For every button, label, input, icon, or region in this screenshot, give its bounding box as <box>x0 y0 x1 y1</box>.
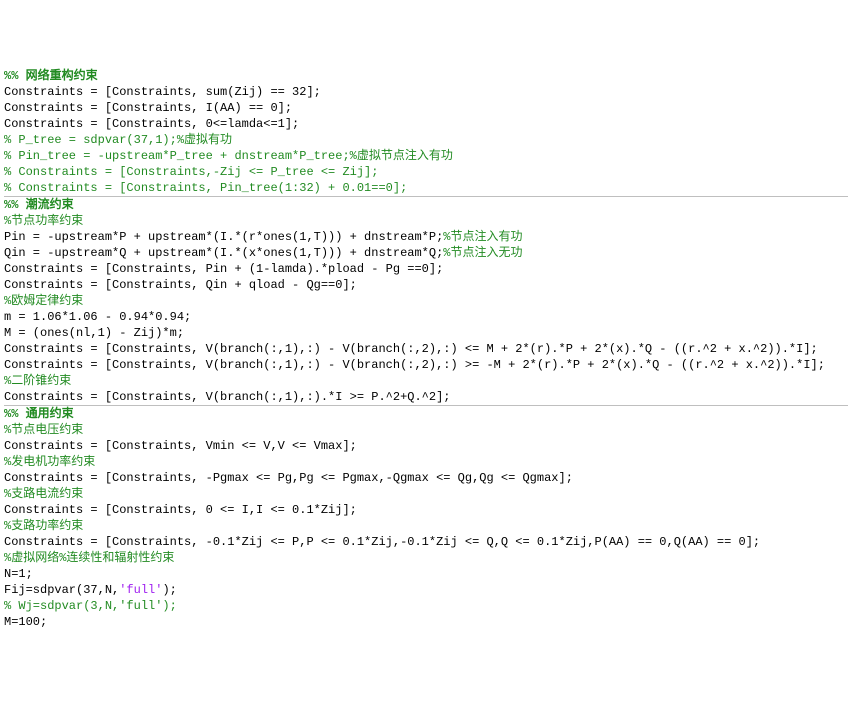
code-line: Constraints = [Constraints, -0.1*Zij <= … <box>4 534 848 550</box>
code-text: ); <box>162 583 176 597</box>
comment-text: %节点电压约束 <box>4 423 83 437</box>
code-line: N=1; <box>4 566 848 582</box>
code-text: Constraints = [Constraints, V(branch(:,1… <box>4 390 450 404</box>
comment-text: %支路功率约束 <box>4 519 83 533</box>
code-line: m = 1.06*1.06 - 0.94*0.94; <box>4 309 848 325</box>
code-line: Pin = -upstream*P + upstream*(I.*(r*ones… <box>4 229 848 245</box>
code-line: Constraints = [Constraints, V(branch(:,1… <box>4 357 848 373</box>
code-text: Fij=sdpvar(37,N, <box>4 583 119 597</box>
string-literal: 'full' <box>119 583 162 597</box>
section-header-line: %% 潮流约束 <box>4 197 848 213</box>
code-text: Constraints = [Constraints, 0<=lamda<=1]… <box>4 117 299 131</box>
code-line: Qin = -upstream*Q + upstream*(I.*(x*ones… <box>4 245 848 261</box>
code-text: Constraints = [Constraints, sum(Zij) == … <box>4 85 321 99</box>
code-text: Qin = -upstream*Q + upstream*(I.*(x*ones… <box>4 246 443 260</box>
code-line: %虚拟网络%连续性和辐射性约束 <box>4 550 848 566</box>
code-text: Constraints = [Constraints, I(AA) == 0]; <box>4 101 292 115</box>
section-header-line: %% 通用约束 <box>4 406 848 422</box>
comment-text: % Constraints = [Constraints, Pin_tree(1… <box>4 181 407 195</box>
section-header-line: %% 网络重构约束 <box>4 68 848 84</box>
code-line: % Constraints = [Constraints,-Zij <= P_t… <box>4 164 848 180</box>
code-line: Constraints = [Constraints, 0<=lamda<=1]… <box>4 116 848 132</box>
code-text: Constraints = [Constraints, 0 <= I,I <= … <box>4 503 357 517</box>
code-line: %节点电压约束 <box>4 422 848 438</box>
comment-text: %欧姆定律约束 <box>4 294 83 308</box>
code-line: % Wj=sdpvar(3,N,'full'); <box>4 598 848 614</box>
code-text: Constraints = [Constraints, V(branch(:,1… <box>4 342 818 356</box>
section-title: %% 通用约束 <box>4 407 74 421</box>
code-line: Constraints = [Constraints, V(branch(:,1… <box>4 341 848 357</box>
code-text: Constraints = [Constraints, Pin + (1-lam… <box>4 262 443 276</box>
comment-text: %节点注入有功 <box>443 230 522 244</box>
code-text: Constraints = [Constraints, -Pgmax <= Pg… <box>4 471 573 485</box>
code-line: Constraints = [Constraints, Vmin <= V,V … <box>4 438 848 454</box>
code-line: M=100; <box>4 614 848 630</box>
code-text: Constraints = [Constraints, Qin + qload … <box>4 278 357 292</box>
code-line: % P_tree = sdpvar(37,1);%虚拟有功 <box>4 132 848 148</box>
code-line: %二阶锥约束 <box>4 373 848 389</box>
section-title: %% 潮流约束 <box>4 198 74 212</box>
code-line: Fij=sdpvar(37,N,'full'); <box>4 582 848 598</box>
code-text: Constraints = [Constraints, Vmin <= V,V … <box>4 439 357 453</box>
code-line: Constraints = [Constraints, I(AA) == 0]; <box>4 100 848 116</box>
code-line: % Pin_tree = -upstream*P_tree + dnstream… <box>4 148 848 164</box>
comment-text: %节点功率约束 <box>4 214 83 228</box>
code-line: Constraints = [Constraints, sum(Zij) == … <box>4 84 848 100</box>
comment-text: % Constraints = [Constraints,-Zij <= P_t… <box>4 165 378 179</box>
code-line: M = (ones(nl,1) - Zij)*m; <box>4 325 848 341</box>
code-editor-view: %% 网络重构约束 Constraints = [Constraints, sum… <box>4 68 848 630</box>
code-text: M=100; <box>4 615 47 629</box>
code-line: % Constraints = [Constraints, Pin_tree(1… <box>4 180 848 196</box>
code-line: %支路电流约束 <box>4 486 848 502</box>
code-line: Constraints = [Constraints, Pin + (1-lam… <box>4 261 848 277</box>
code-text: M = (ones(nl,1) - Zij)*m; <box>4 326 184 340</box>
section-title: %% 网络重构约束 <box>4 69 98 83</box>
comment-text: % Pin_tree = -upstream*P_tree + dnstream… <box>4 149 453 163</box>
code-text: Constraints = [Constraints, V(branch(:,1… <box>4 358 825 372</box>
code-line: Constraints = [Constraints, 0 <= I,I <= … <box>4 502 848 518</box>
code-line: %欧姆定律约束 <box>4 293 848 309</box>
comment-text: %节点注入无功 <box>443 246 522 260</box>
code-line: %支路功率约束 <box>4 518 848 534</box>
code-text: N=1; <box>4 567 33 581</box>
code-text: Constraints = [Constraints, -0.1*Zij <= … <box>4 535 760 549</box>
comment-text: %虚拟网络%连续性和辐射性约束 <box>4 551 174 565</box>
code-line: %节点功率约束 <box>4 213 848 229</box>
comment-text: % P_tree = sdpvar(37,1);%虚拟有功 <box>4 133 232 147</box>
comment-text: % Wj=sdpvar(3,N,'full'); <box>4 599 177 613</box>
code-line: Constraints = [Constraints, -Pgmax <= Pg… <box>4 470 848 486</box>
code-line: Constraints = [Constraints, V(branch(:,1… <box>4 389 848 405</box>
code-text: Pin = -upstream*P + upstream*(I.*(r*ones… <box>4 230 443 244</box>
comment-text: %支路电流约束 <box>4 487 83 501</box>
comment-text: %发电机功率约束 <box>4 455 95 469</box>
code-text: m = 1.06*1.06 - 0.94*0.94; <box>4 310 191 324</box>
code-line: Constraints = [Constraints, Qin + qload … <box>4 277 848 293</box>
code-line: %发电机功率约束 <box>4 454 848 470</box>
comment-text: %二阶锥约束 <box>4 374 71 388</box>
